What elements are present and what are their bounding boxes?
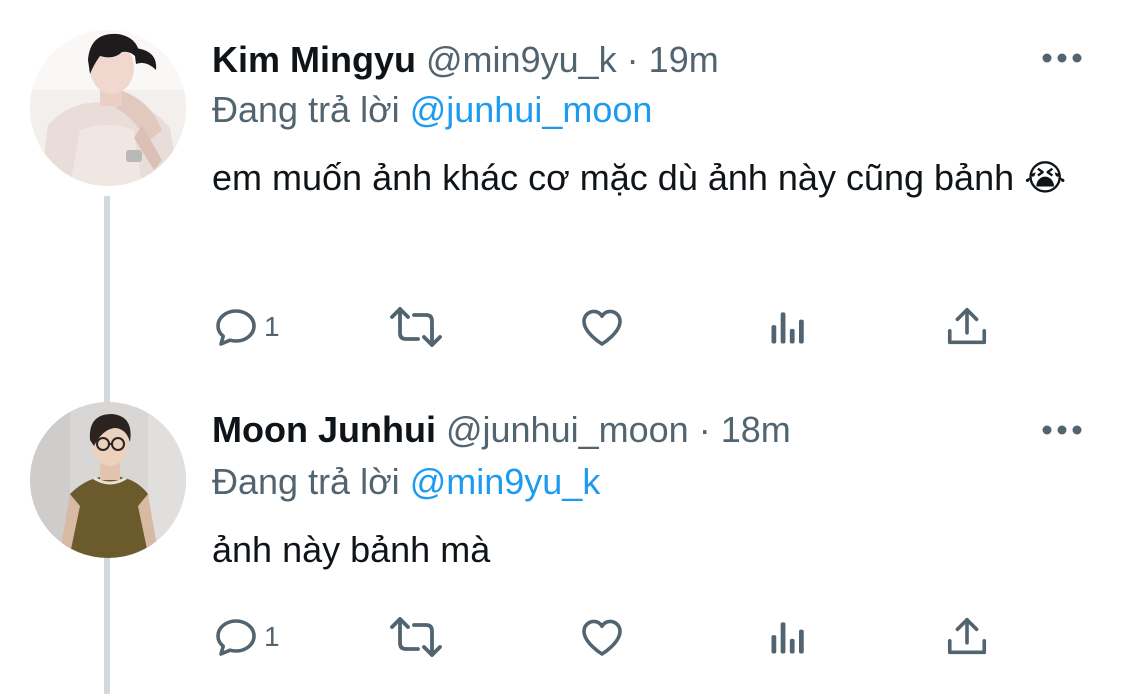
more-options-button[interactable] — [1040, 420, 1084, 440]
analytics-icon — [771, 622, 804, 654]
user-handle[interactable]: @min9yu_k — [426, 39, 617, 80]
tweet[interactable]: Kim Mingyu @min9yu_k · 19m Đang trả lời … — [0, 0, 1125, 390]
retweet-icon — [390, 617, 442, 657]
like-button[interactable] — [578, 302, 626, 352]
retweet-icon — [390, 307, 442, 347]
replying-to-line: Đang trả lời @min9yu_k — [212, 460, 600, 504]
analytics-icon — [771, 312, 804, 344]
like-icon — [582, 309, 622, 346]
user-handle[interactable]: @junhui_moon — [446, 409, 689, 450]
retweet-button[interactable] — [388, 612, 444, 662]
share-icon — [947, 617, 987, 655]
analytics-button[interactable] — [766, 612, 810, 662]
tweet-actions: 1 — [212, 612, 1012, 662]
share-button[interactable] — [944, 302, 990, 352]
like-icon — [582, 619, 622, 656]
share-button[interactable] — [944, 612, 990, 662]
tweet-text: em muốn ảnh khác cơ mặc dù ảnh này cũng … — [212, 157, 1067, 198]
timestamp[interactable]: 19m — [649, 39, 719, 80]
replying-to-label: Đang trả lời — [212, 461, 400, 502]
reply-icon — [216, 619, 256, 656]
share-icon — [947, 307, 987, 345]
reply-icon — [216, 309, 256, 346]
tweet-header: Kim Mingyu @min9yu_k · 19m — [212, 38, 719, 82]
display-name[interactable]: Kim Mingyu — [212, 39, 416, 80]
analytics-button[interactable] — [766, 302, 810, 352]
timestamp[interactable]: 18m — [721, 409, 791, 450]
more-icon — [1042, 425, 1082, 435]
retweet-button[interactable] — [388, 302, 444, 352]
reply-button[interactable]: 1 — [212, 612, 280, 662]
replying-to-label: Đang trả lời — [212, 89, 400, 130]
separator-dot: · — [626, 39, 639, 80]
reply-count: 1 — [264, 311, 280, 342]
tweet[interactable]: Moon Junhui @junhui_moon · 18m Đang trả … — [0, 390, 1125, 694]
tweet-text: ảnh này bảnh mà — [212, 529, 491, 570]
mention-link[interactable]: @min9yu_k — [410, 461, 601, 502]
replying-to-line: Đang trả lời @junhui_moon — [212, 88, 652, 132]
tweet-header: Moon Junhui @junhui_moon · 18m — [212, 408, 791, 452]
reply-button[interactable]: 1 — [212, 302, 280, 352]
like-button[interactable] — [578, 612, 626, 662]
display-name[interactable]: Moon Junhui — [212, 409, 436, 450]
avatar[interactable] — [30, 30, 186, 186]
more-icon — [1042, 53, 1082, 63]
avatar[interactable] — [30, 402, 186, 558]
tweet-actions: 1 — [212, 302, 1012, 352]
mention-link[interactable]: @junhui_moon — [410, 89, 653, 130]
reply-count: 1 — [264, 621, 280, 652]
separator-dot: · — [698, 409, 711, 450]
more-options-button[interactable] — [1040, 48, 1084, 68]
